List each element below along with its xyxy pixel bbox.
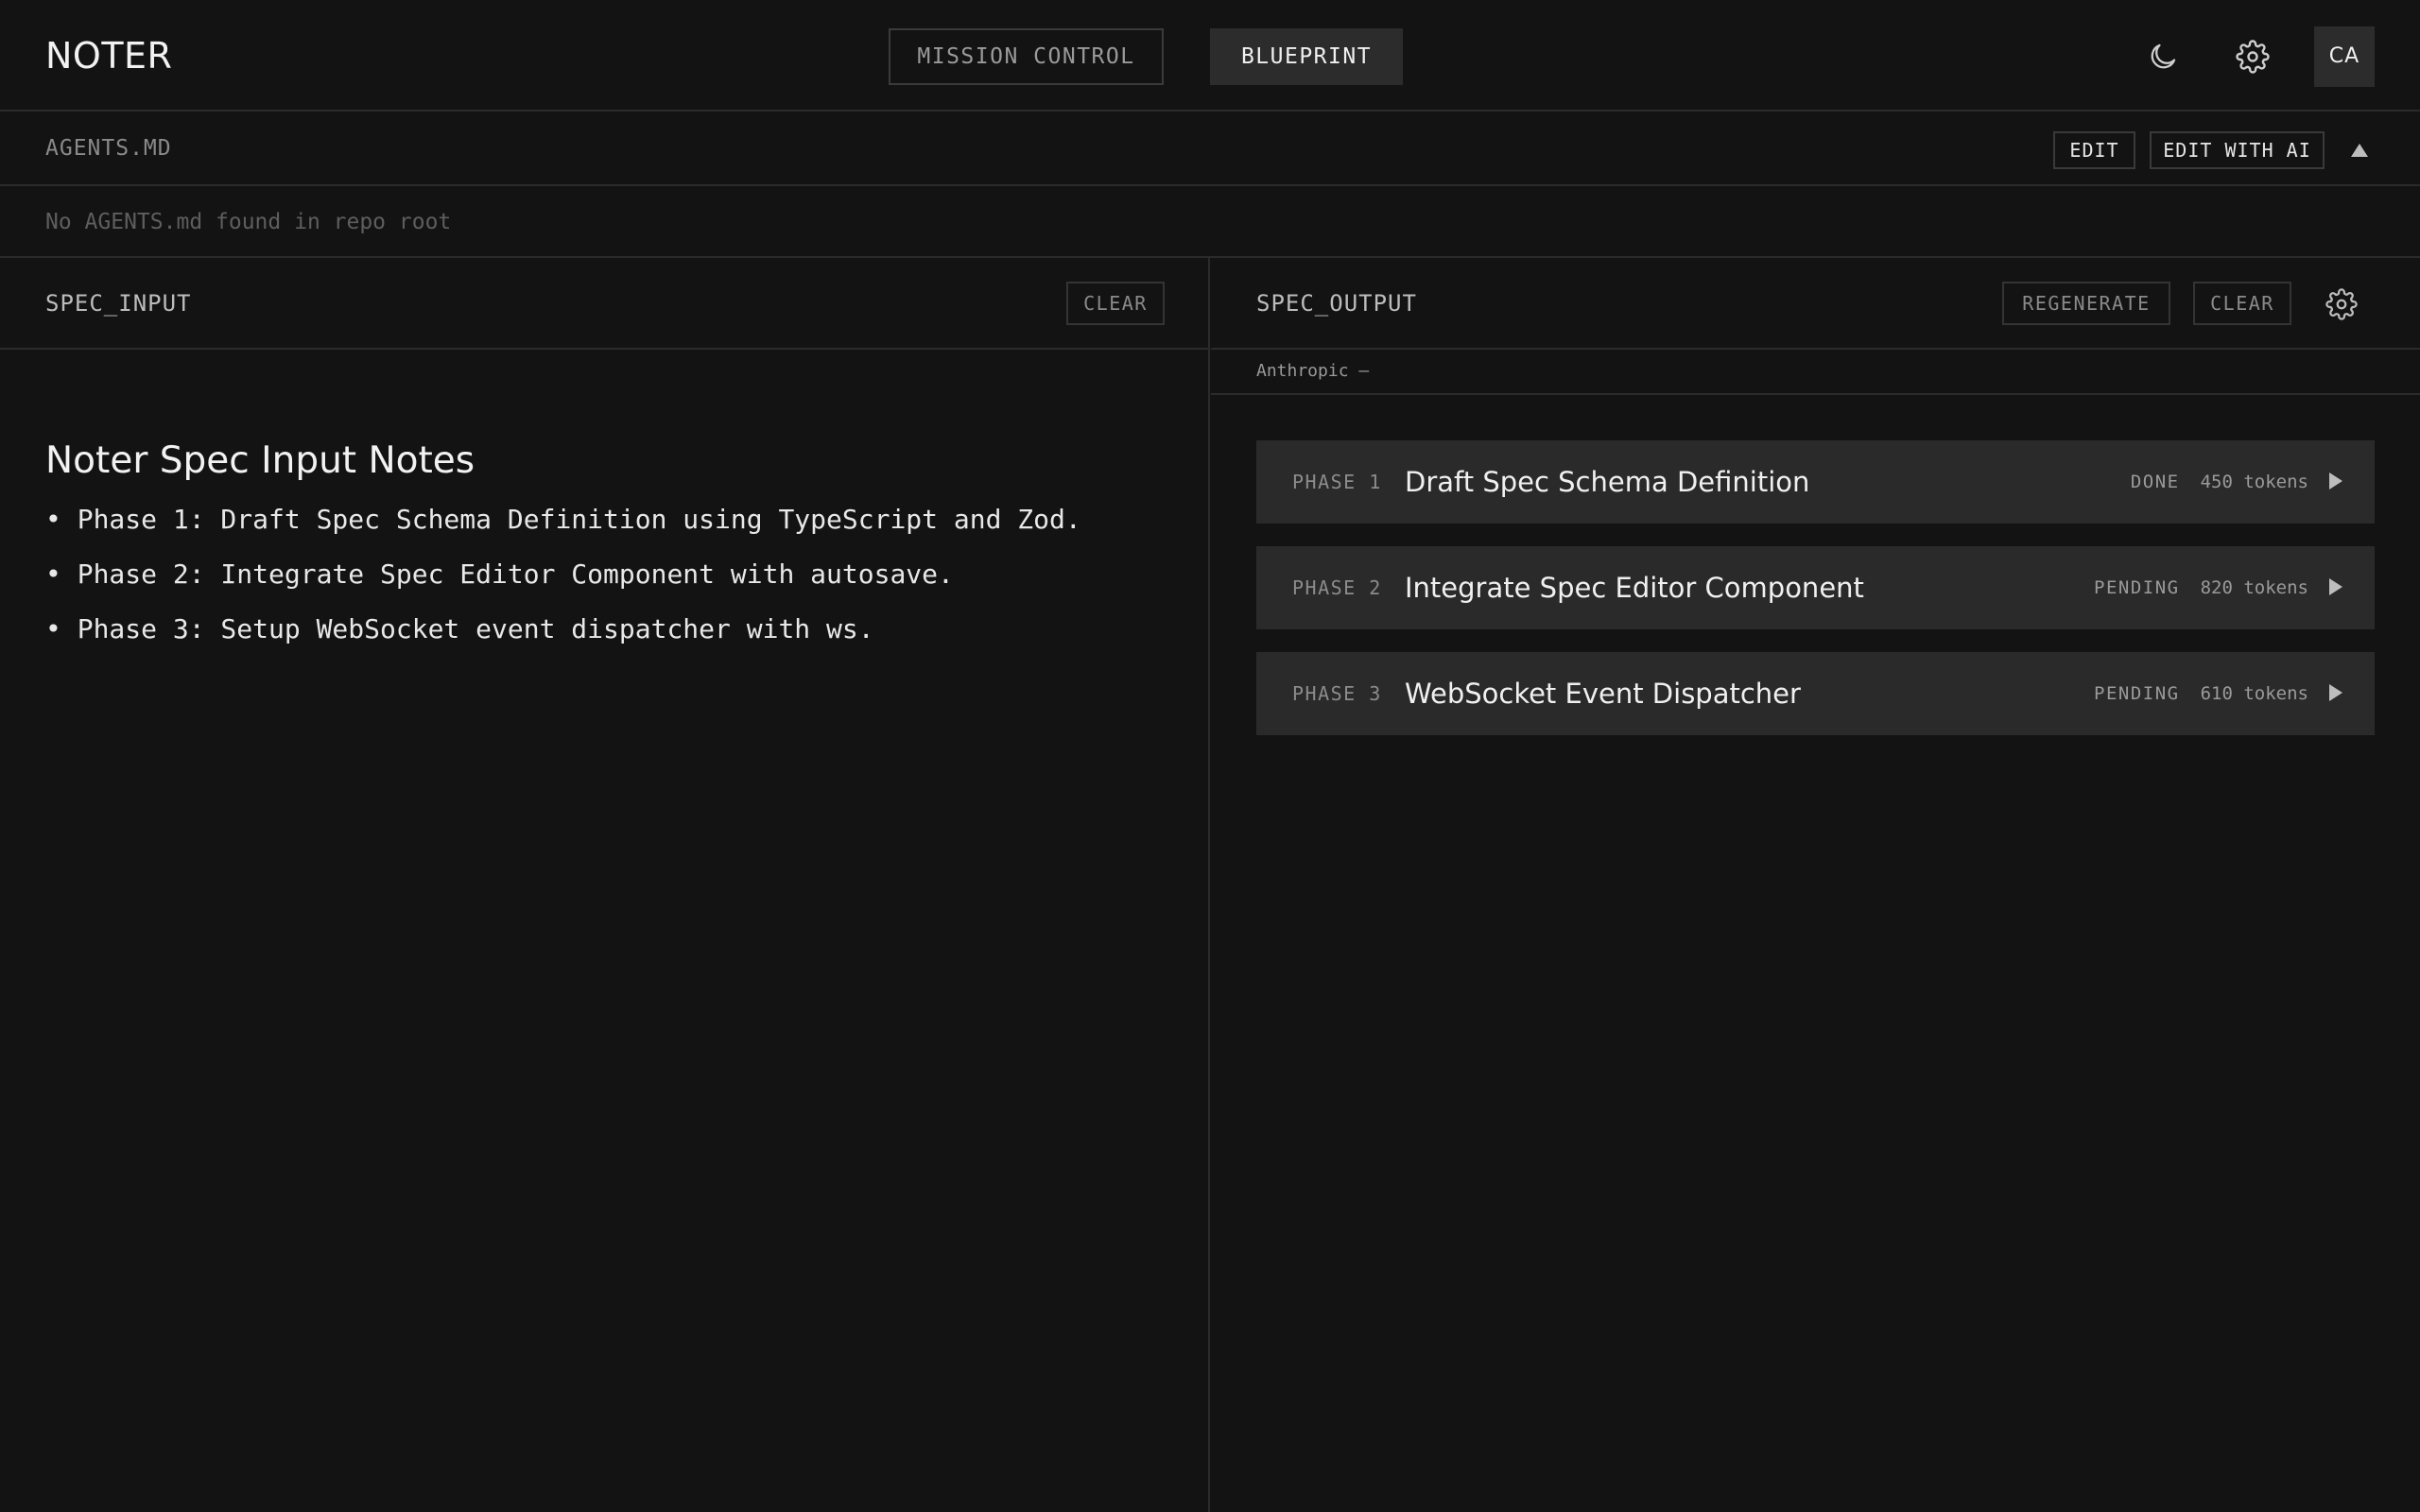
phase-list: PHASE 1 Draft Spec Schema Definition DON… [1256,440,2375,758]
clear-input-button[interactable]: CLEAR [1066,282,1165,325]
note-line: • Phase 3: Setup WebSocket event dispatc… [45,613,874,644]
gear-icon [2236,40,2270,74]
brand-logo[interactable]: NOTER [45,34,172,77]
phase-label: PHASE 3 [1292,682,1382,705]
phase-status: PENDING [2094,683,2180,704]
note-line: • Phase 2: Integrate Spec Editor Compone… [45,558,954,590]
phase-status: PENDING [2094,577,2180,598]
spec-input-header: SPEC_INPUT CLEAR [0,258,1208,350]
agents-md-title: AGENTS.MD [45,136,172,161]
moon-icon [2151,43,2176,69]
edit-button[interactable]: EDIT [2053,131,2135,169]
provider-bar: Anthropic — [1211,350,2420,395]
phase-tokens: 450 tokens [2200,472,2308,492]
edit-with-ai-button[interactable]: EDIT WITH AI [2150,131,2325,169]
phase-card-1[interactable]: PHASE 1 Draft Spec Schema Definition DON… [1256,440,2375,524]
triangle-up-icon [2351,144,2368,157]
phase-meta: PENDING 610 tokens [2094,679,2308,709]
phase-title: Draft Spec Schema Definition [1405,466,1810,498]
provider-label: Anthropic — [1256,361,1370,381]
phase-label: PHASE 2 [1292,576,1382,599]
play-arrow-icon [2329,578,2342,595]
agents-md-header: AGENTS.MD EDIT EDIT WITH AI [0,112,2420,186]
collapse-button[interactable] [2341,131,2378,169]
settings-button[interactable] [2224,28,2281,85]
spec-input-editor[interactable]: Noter Spec Input Notes • Phase 1: Draft … [45,438,1180,657]
phase-card-2[interactable]: PHASE 2 Integrate Spec Editor Component … [1256,546,2375,629]
spec-input-panel: SPEC_INPUT CLEAR Noter Spec Input Notes … [0,258,1210,1512]
user-avatar[interactable]: CA [2314,26,2375,87]
theme-toggle-button[interactable] [2135,28,2191,85]
phase-tokens: 820 tokens [2200,577,2308,598]
tab-mission-control[interactable]: MISSION CONTROL [889,28,1164,85]
spec-input-title: SPEC_INPUT [45,290,192,317]
play-arrow-icon [2329,684,2342,701]
agents-md-empty-message: No AGENTS.md found in repo root [45,210,452,234]
phase-title: WebSocket Event Dispatcher [1405,678,1801,710]
note-line: • Phase 1: Draft Spec Schema Definition … [45,504,1081,535]
phase-card-3[interactable]: PHASE 3 WebSocket Event Dispatcher PENDI… [1256,652,2375,735]
spec-output-header: SPEC_OUTPUT REGENERATE CLEAR [1211,258,2420,350]
play-arrow-icon [2329,472,2342,490]
agents-md-content: No AGENTS.md found in repo root [0,186,2420,258]
phase-tokens: 610 tokens [2200,683,2308,704]
phase-label: PHASE 1 [1292,471,1382,493]
clear-output-button[interactable]: CLEAR [2193,282,2291,325]
gear-icon [2325,288,2358,320]
output-settings-button[interactable] [2322,284,2361,324]
top-bar: NOTER MISSION CONTROL BLUEPRINT CA [0,0,2420,112]
notes-title: Noter Spec Input Notes [45,439,475,482]
regenerate-button[interactable]: REGENERATE [2002,282,2170,325]
phase-meta: PENDING 820 tokens [2094,573,2308,603]
phase-status: DONE [2130,472,2180,492]
tab-blueprint[interactable]: BLUEPRINT [1210,28,1403,85]
spec-output-title: SPEC_OUTPUT [1256,290,1417,317]
spec-output-panel: SPEC_OUTPUT REGENERATE CLEAR Anthropic —… [1211,258,2420,1512]
phase-title: Integrate Spec Editor Component [1405,572,1864,604]
phase-meta: DONE 450 tokens [2131,467,2308,497]
